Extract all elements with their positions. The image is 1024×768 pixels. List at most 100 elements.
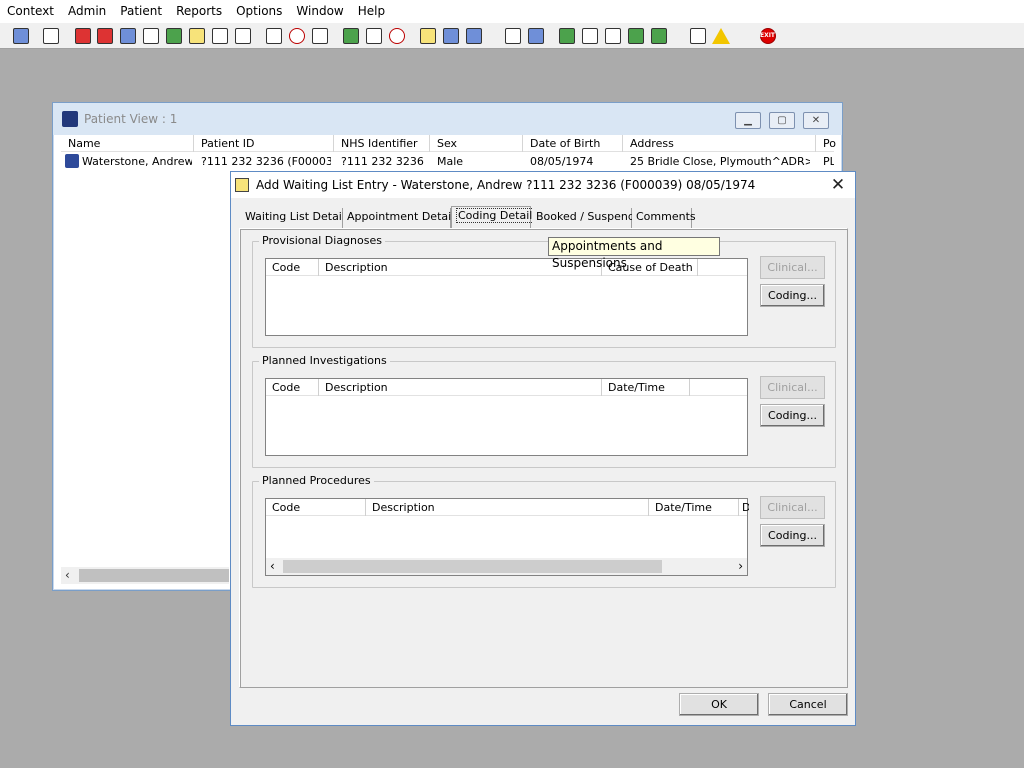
clipboard-down-icon[interactable] — [602, 25, 623, 46]
provisional-diagnoses-group: Provisional Diagnoses Code Description C… — [252, 234, 836, 348]
col-extra[interactable] — [698, 259, 749, 276]
clinical-button[interactable]: Clinical... — [760, 496, 825, 519]
clipboard-check-icon[interactable] — [579, 25, 600, 46]
patient-view-icon — [62, 111, 78, 127]
note-icon[interactable] — [417, 25, 438, 46]
table-row[interactable]: Waterstone, Andrew ?111 232 3236 (F00003… — [61, 153, 834, 170]
book-icon[interactable] — [72, 25, 93, 46]
dialog-title: Add Waiting List Entry - Waterstone, And… — [256, 178, 756, 192]
screen2-icon[interactable] — [363, 25, 384, 46]
investigations-list[interactable]: Code Description Date/Time — [265, 378, 748, 456]
procedures-list[interactable]: Code Description Date/Time D ‹ › — [265, 498, 749, 576]
scroll-right-icon[interactable]: › — [738, 558, 743, 575]
tab-tooltip: Appointments and Suspensions — [548, 237, 720, 270]
globe-icon[interactable] — [556, 25, 577, 46]
card-icon[interactable] — [117, 25, 138, 46]
col-code[interactable]: Code — [266, 259, 319, 276]
maximize-button[interactable]: ▢ — [769, 112, 795, 129]
row-patient-id: ?111 232 3236 (F000039) — [201, 155, 331, 168]
coding-details-panel: Provisional Diagnoses Code Description C… — [239, 228, 848, 688]
camera-icon[interactable] — [209, 25, 230, 46]
investigations-header: Code Description Date/Time — [266, 379, 747, 396]
procedures-scrollbar[interactable]: ‹ › — [266, 558, 747, 575]
screen-icon[interactable] — [340, 25, 361, 46]
tab-booked-suspend[interactable]: Booked / Suspend — [532, 208, 635, 228]
procedures-header: Code Description Date/Time D — [266, 499, 749, 516]
menu-admin[interactable]: Admin — [61, 0, 113, 23]
cancel-button[interactable]: Cancel — [768, 693, 848, 716]
add-waiting-list-dialog: Add Waiting List Entry - Waterstone, And… — [230, 171, 856, 726]
patient-list-scrollbar[interactable]: ‹ — [61, 567, 229, 584]
compass-icon[interactable] — [386, 25, 407, 46]
planned-procedures-group: Planned Procedures Code Description Date… — [252, 474, 836, 588]
doctor-icon[interactable] — [163, 25, 184, 46]
scroll-left-icon[interactable]: ‹ — [270, 558, 275, 575]
row-po: PL — [823, 155, 834, 168]
search-icon[interactable] — [263, 25, 284, 46]
col-po[interactable]: Po — [816, 135, 836, 152]
tab-coding-details[interactable]: Coding Details — [451, 206, 541, 228]
col-description[interactable]: Description — [366, 499, 649, 516]
menu-patient[interactable]: Patient — [113, 0, 169, 23]
col-date-time[interactable]: Date/Time — [602, 379, 690, 396]
col-name[interactable]: Name — [61, 135, 194, 152]
coding-button[interactable]: Coding... — [760, 284, 825, 307]
col-date-time[interactable]: Date/Time — [649, 499, 739, 516]
close-button[interactable]: ✕ — [803, 112, 829, 129]
tab-waiting-list-details[interactable]: Waiting List Details — [241, 208, 351, 228]
col-description[interactable]: Description — [319, 379, 602, 396]
row-name: Waterstone, Andrew — [82, 155, 192, 168]
swap-icon[interactable] — [687, 25, 708, 46]
col-nhs[interactable]: NHS Identifier — [334, 135, 430, 152]
col-sex[interactable]: Sex — [430, 135, 523, 152]
clock-icon[interactable] — [286, 25, 307, 46]
planned-procedures-label: Planned Procedures — [259, 474, 374, 487]
menu-context[interactable]: Context — [0, 0, 61, 23]
menu-reports[interactable]: Reports — [169, 0, 229, 23]
clinical-button[interactable]: Clinical... — [760, 256, 825, 279]
tab-comments[interactable]: Comments — [632, 208, 696, 228]
patient-icon — [65, 154, 79, 168]
col-code[interactable]: Code — [266, 499, 366, 516]
close-icon[interactable]: ✕ — [828, 175, 848, 195]
scroll-thumb[interactable] — [79, 569, 229, 582]
diagnoses-list[interactable]: Code Description Cause of Death — [265, 258, 748, 336]
menu-help[interactable]: Help — [351, 0, 392, 23]
print-icon[interactable] — [40, 25, 61, 46]
tab-coding-details-label: Coding Details — [456, 208, 541, 223]
col-extra[interactable] — [690, 379, 749, 396]
patient-icon[interactable] — [10, 25, 31, 46]
menu-window[interactable]: Window — [289, 0, 350, 23]
clipboard-green-icon[interactable] — [625, 25, 646, 46]
col-dob[interactable]: Date of Birth — [523, 135, 623, 152]
col-patient-id[interactable]: Patient ID — [194, 135, 334, 152]
dialog-titlebar: Add Waiting List Entry - Waterstone, And… — [231, 172, 855, 198]
col-code[interactable]: Code — [266, 379, 319, 396]
minimize-button[interactable]: ▁ — [735, 112, 761, 129]
row-address: 25 Bridle Close, Plymouth^ADR>> — [630, 155, 810, 168]
ok-button[interactable]: OK — [679, 693, 759, 716]
exit-icon[interactable]: EXIT — [757, 25, 778, 46]
chart-icon[interactable] — [525, 25, 546, 46]
clipboard-refresh-icon[interactable] — [648, 25, 669, 46]
scroll-left-icon[interactable]: ‹ — [65, 567, 70, 584]
edit-icon[interactable] — [186, 25, 207, 46]
notes-icon[interactable] — [94, 25, 115, 46]
menu-options[interactable]: Options — [229, 0, 289, 23]
document-icon[interactable] — [502, 25, 523, 46]
transfer-icon[interactable] — [463, 25, 484, 46]
col-extra[interactable]: D — [739, 499, 749, 516]
clinical-button[interactable]: Clinical... — [760, 376, 825, 399]
col-address[interactable]: Address — [623, 135, 816, 152]
tab-appointment-details[interactable]: Appointment Details — [343, 208, 460, 228]
bed-icon[interactable] — [440, 25, 461, 46]
m-icon[interactable] — [140, 25, 161, 46]
patient-list-header: Name Patient ID NHS Identifier Sex Date … — [61, 135, 836, 152]
list-icon[interactable] — [309, 25, 330, 46]
warning-icon[interactable] — [710, 25, 731, 46]
coding-button[interactable]: Coding... — [760, 404, 825, 427]
coding-button[interactable]: Coding... — [760, 524, 825, 547]
scroll-thumb[interactable] — [283, 560, 662, 573]
camera2-icon[interactable] — [232, 25, 253, 46]
row-sex: Male — [437, 155, 464, 168]
